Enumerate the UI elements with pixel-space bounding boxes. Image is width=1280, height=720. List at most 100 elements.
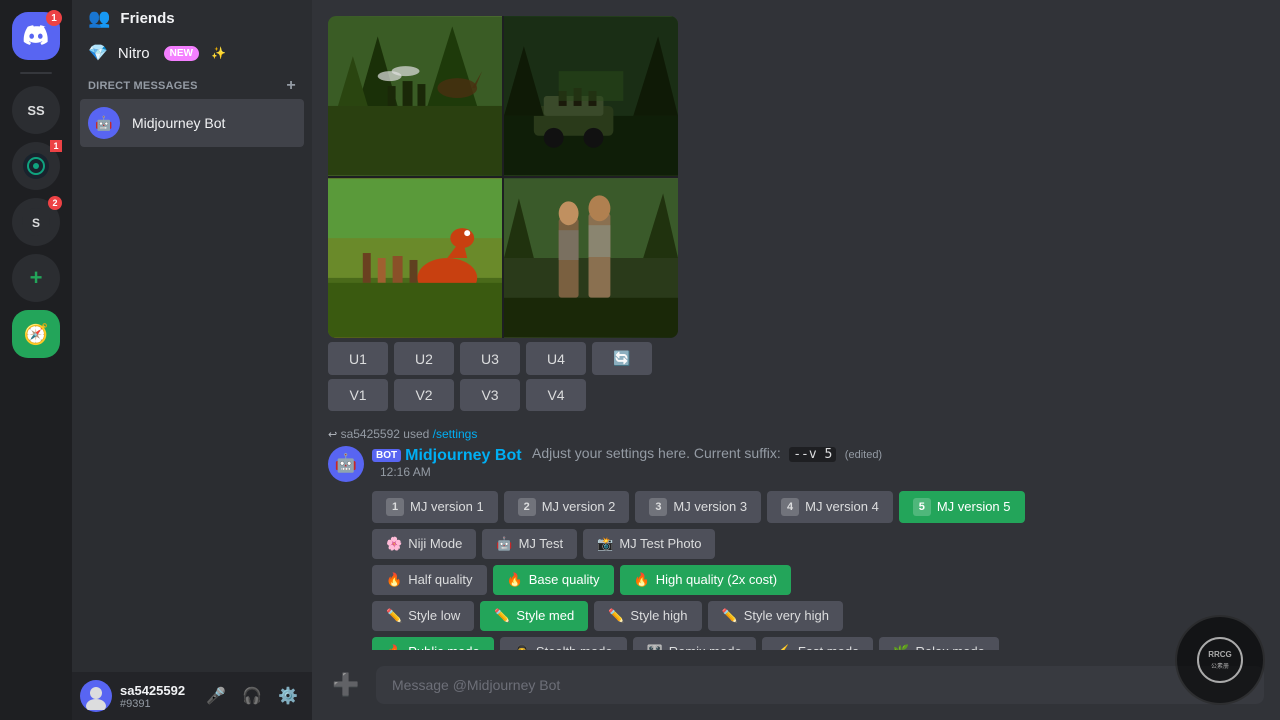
message-input-area: ➕: [312, 650, 1280, 720]
half-quality-icon: 🔥: [386, 572, 402, 588]
mj-test-icon: 🤖: [496, 536, 512, 552]
mj-v5-label: MJ version 5: [937, 499, 1011, 514]
style-low-label: Style low: [408, 608, 460, 623]
server-divider: [20, 72, 52, 74]
new-dm-button[interactable]: +: [286, 77, 296, 95]
ai-badge: 1: [50, 140, 62, 152]
v2-button[interactable]: V2: [394, 379, 454, 411]
bot-avatar: 🤖: [328, 446, 364, 482]
mj-test-photo-button[interactable]: 📸 MJ Test Photo: [583, 529, 715, 559]
nitro-sparkle: ✨: [211, 46, 226, 60]
bot-badge-label: BOT: [372, 449, 401, 462]
remix-mode-button[interactable]: 🎛️ Remix mode: [633, 637, 756, 651]
message-input[interactable]: [376, 666, 1264, 704]
u3-button[interactable]: U3: [460, 342, 520, 375]
u2-button[interactable]: U2: [394, 342, 454, 375]
mj-v1-label: MJ version 1: [410, 499, 484, 514]
half-quality-button[interactable]: 🔥 Half quality: [372, 565, 487, 595]
bot-name: Midjourney Bot: [405, 447, 521, 465]
user-tag: #9391: [120, 698, 192, 710]
svg-text:公素册: 公素册: [1211, 662, 1229, 670]
public-mode-button[interactable]: 🔥 Public mode: [372, 637, 494, 651]
half-quality-label: Half quality: [408, 572, 472, 587]
mj-test-photo-label: MJ Test Photo: [619, 536, 701, 551]
mj-version-3-button[interactable]: 3 MJ version 3: [635, 491, 761, 523]
upscale-button-row: U1 U2 U3 U4 🔄: [328, 342, 678, 375]
bottom-icons: 🎤 🎧 ⚙️: [200, 680, 304, 712]
settings-buttons-container: 1 MJ version 1 2 MJ version 2 3 MJ versi…: [372, 491, 1264, 651]
channel-sidebar: 👥 Friends 💎 Nitro NEW ✨ DIRECT MESSAGES …: [72, 0, 312, 720]
add-server-button[interactable]: +: [12, 254, 60, 302]
dm-section-label: DIRECT MESSAGES +: [80, 77, 304, 99]
nitro-row[interactable]: 💎 Nitro NEW ✨: [72, 37, 312, 69]
midjourney-bot-name: Midjourney Bot: [132, 115, 225, 131]
v3-button[interactable]: V3: [460, 379, 520, 411]
svg-text:S: S: [32, 216, 40, 230]
main-content: U1 U2 U3 U4 🔄 V1 V2 V3 V4 ↩ sa5425592 us…: [312, 0, 1280, 720]
style-high-label: Style high: [630, 608, 687, 623]
nitro-icon: 💎: [88, 43, 108, 63]
server-sidebar: 1 SS 1 S 2 + 🧭: [0, 0, 72, 720]
explore-servers-icon[interactable]: 🧭: [12, 310, 60, 358]
midjourney-bot-dm[interactable]: 🤖 Midjourney Bot: [80, 99, 304, 147]
v4-button[interactable]: V4: [526, 379, 586, 411]
mode-button-row: 🌸 Niji Mode 🤖 MJ Test 📸 MJ Test Photo: [372, 529, 1264, 559]
message-header: 🤖 BOT Midjourney Bot Adjust your setting…: [328, 445, 1264, 483]
mj-version-5-button[interactable]: 5 MJ version 5: [899, 491, 1025, 523]
friends-icon: 👥: [88, 8, 110, 29]
refresh-button[interactable]: 🔄: [592, 342, 652, 375]
mj-version-1-button[interactable]: 1 MJ version 1: [372, 491, 498, 523]
style-very-high-label: Style very high: [744, 608, 829, 623]
v2-number: 2: [518, 498, 536, 516]
mj-version-4-button[interactable]: 4 MJ version 4: [767, 491, 893, 523]
username: sa5425592: [120, 683, 192, 698]
sauce-user: sa5425592 used: [341, 427, 433, 441]
niji-icon: 🌸: [386, 536, 402, 552]
image-cell-1: [328, 16, 502, 176]
mj-test-label: MJ Test: [519, 536, 564, 551]
high-quality-icon: 🔥: [634, 572, 650, 588]
style-very-high-button[interactable]: ✏️ Style very high: [708, 601, 843, 631]
attach-button[interactable]: ➕: [328, 667, 364, 703]
niji-mode-button[interactable]: 🌸 Niji Mode: [372, 529, 476, 559]
chat-area: U1 U2 U3 U4 🔄 V1 V2 V3 V4 ↩ sa5425592 us…: [312, 0, 1280, 650]
settings-message: ↩ sa5425592 used /settings 🤖 BOT Midjour…: [328, 423, 1264, 650]
s2-server-icon[interactable]: S 2: [12, 198, 60, 246]
image-grid-container: U1 U2 U3 U4 🔄 V1 V2 V3 V4: [328, 16, 678, 411]
dm-section: DIRECT MESSAGES + 🤖 Midjourney Bot: [72, 69, 312, 151]
version-button-row: 1 MJ version 1 2 MJ version 2 3 MJ versi…: [372, 491, 1264, 523]
image-cell-2: [504, 16, 678, 176]
ai-server-icon[interactable]: 1: [12, 142, 60, 190]
sauce-command-link[interactable]: /settings: [433, 427, 478, 441]
base-quality-icon: 🔥: [507, 572, 523, 588]
style-high-button[interactable]: ✏️ Style high: [594, 601, 701, 631]
stealth-mode-button[interactable]: 🥷 Stealth mode: [500, 637, 627, 651]
high-quality-label: High quality (2x cost): [656, 572, 777, 587]
style-low-button[interactable]: ✏️ Style low: [372, 601, 474, 631]
friends-row[interactable]: 👥 Friends: [72, 0, 312, 37]
mj-version-2-button[interactable]: 2 MJ version 2: [504, 491, 630, 523]
user-avatar: [80, 680, 112, 712]
sauce-reference: ↩ sa5425592 used /settings: [328, 427, 1264, 441]
v1-number: 1: [386, 498, 404, 516]
relax-mode-button[interactable]: 🌿 Relax mode: [879, 637, 999, 651]
headphones-button[interactable]: 🎧: [236, 680, 268, 712]
style-med-button[interactable]: ✏️ Style med: [480, 601, 588, 631]
user-settings-button[interactable]: ⚙️: [272, 680, 304, 712]
edited-tag: (edited): [845, 449, 882, 461]
ss-server-icon[interactable]: SS: [12, 86, 60, 134]
mj-test-button[interactable]: 🤖 MJ Test: [482, 529, 577, 559]
discord-server-icon[interactable]: 1: [12, 12, 60, 60]
high-quality-button[interactable]: 🔥 High quality (2x cost): [620, 565, 792, 595]
u1-button[interactable]: U1: [328, 342, 388, 375]
user-info: sa5425592 #9391: [120, 683, 192, 710]
fast-mode-button[interactable]: ⚡ Fast mode: [762, 637, 874, 651]
v1-button[interactable]: V1: [328, 379, 388, 411]
u4-button[interactable]: U4: [526, 342, 586, 375]
message-time: 12:16 AM: [380, 465, 882, 479]
svg-text:RRCG: RRCG: [1208, 650, 1232, 659]
base-quality-button[interactable]: 🔥 Base quality: [493, 565, 614, 595]
mic-button[interactable]: 🎤: [200, 680, 232, 712]
nitro-label: Nitro: [118, 45, 150, 62]
style-low-icon: ✏️: [386, 608, 402, 624]
